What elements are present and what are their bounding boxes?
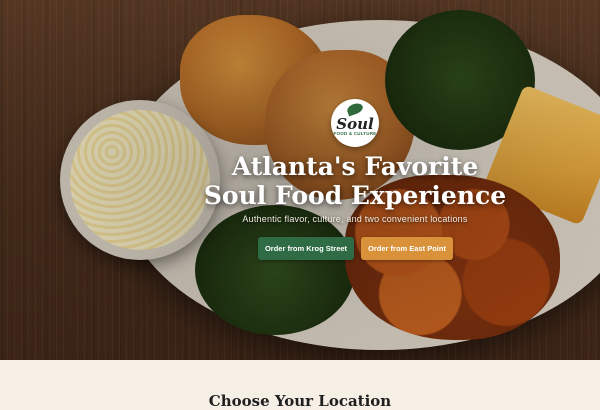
logo-word: Soul (336, 115, 374, 133)
order-east-point-button[interactable]: Order from East Point (361, 237, 453, 260)
logo-subtitle: FOOD & CULTURE (333, 131, 377, 136)
hero-headline-line1: Atlanta's Favorite (231, 152, 479, 181)
locations-section-title: Choose Your Location (208, 392, 392, 410)
brand-logo[interactable]: Soul FOOD & CULTURE (331, 99, 379, 147)
hero-tagline: Authentic flavor, culture, and two conve… (242, 214, 468, 224)
hero-section: Soul FOOD & CULTURE Atlanta's Favorite S… (0, 0, 600, 360)
order-krog-street-button[interactable]: Order from Krog Street (258, 237, 354, 260)
hero-headline-line2: Soul Food Experience (203, 181, 507, 210)
hero-headline: Atlanta's Favorite Soul Food Experience (150, 152, 560, 210)
